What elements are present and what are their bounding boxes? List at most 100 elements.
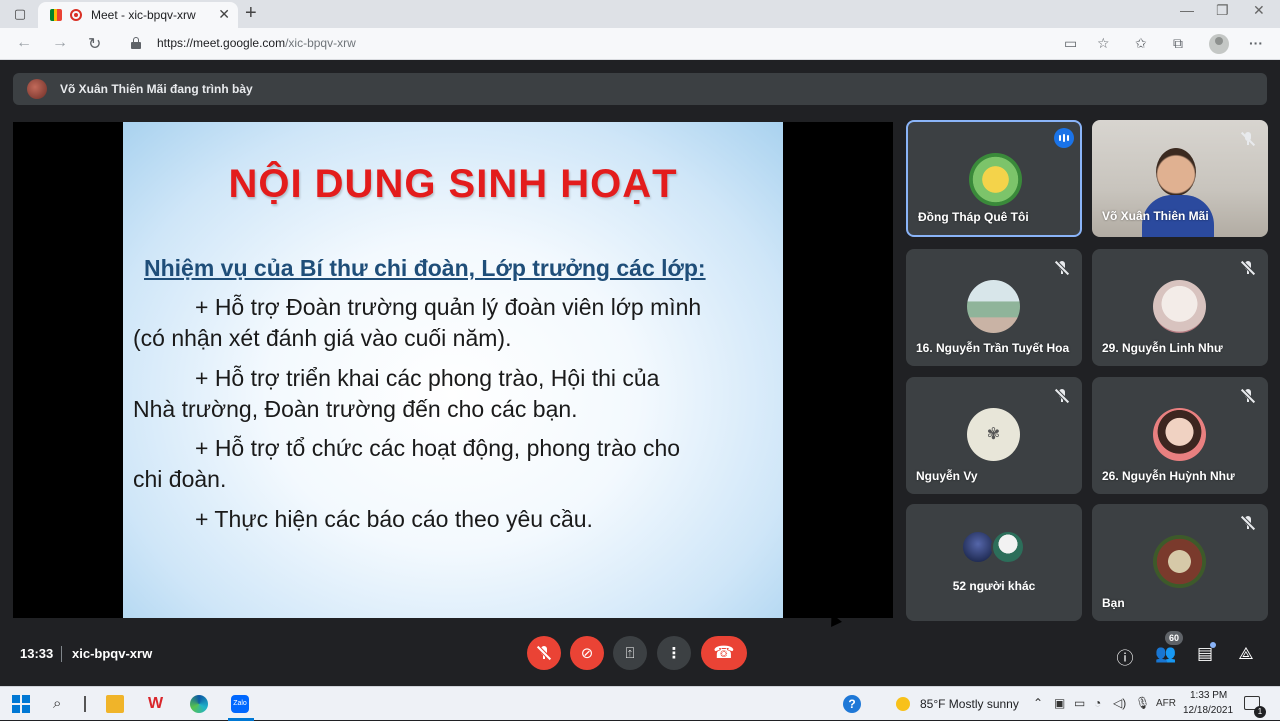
show-hidden-icons-icon[interactable]: ⌃: [1033, 696, 1043, 710]
help-icon[interactable]: ?: [843, 695, 861, 713]
toggle-mic-button[interactable]: [527, 636, 561, 670]
divider: [61, 646, 62, 662]
participant-tile-dong-thap[interactable]: Đồng Tháp Quê Tôi: [906, 120, 1082, 237]
back-icon[interactable]: ←: [16, 34, 32, 52]
tab-actions-icon[interactable]: ▢: [10, 4, 30, 24]
avatar: [991, 530, 1025, 564]
system-date[interactable]: 12/18/2021: [1183, 705, 1233, 716]
camera-permission-icon[interactable]: ▭: [1064, 35, 1077, 52]
lock-icon[interactable]: [131, 37, 141, 49]
input-language[interactable]: AFR: [1156, 698, 1176, 709]
meet-favicon-icon: [50, 9, 62, 21]
minimize-icon[interactable]: —: [1180, 2, 1194, 18]
add-favorite-icon[interactable]: ☆: [1097, 35, 1110, 52]
toggle-camera-button[interactable]: ⊘: [570, 636, 604, 670]
mic-off-icon: [1240, 515, 1256, 531]
reload-icon[interactable]: ↻: [88, 34, 101, 54]
slide-line: (có nhận xét đánh giá vào cuối năm).: [133, 325, 512, 351]
collections-icon[interactable]: ⧉: [1173, 35, 1183, 52]
slide-line: + Hỗ trợ tổ chức các hoạt động, phong tr…: [195, 435, 681, 461]
meeting-code: xic-bpqv-xrw: [72, 646, 153, 661]
weather-text[interactable]: 85°F Mostly sunny: [920, 697, 1019, 711]
participant-name: Võ Xuân Thiên Mãi: [1102, 209, 1209, 223]
browser-tab-meet[interactable]: Meet - xic-bpqv-xrw ✕: [38, 2, 238, 28]
camera-off-icon: ⊘: [580, 645, 594, 662]
avatar: [969, 153, 1022, 206]
avatar: [1153, 408, 1206, 461]
slide-line: + Hỗ trợ triển khai các phong trào, Hội …: [195, 365, 660, 391]
slide-line: Nhà trường, Đoàn trường đến cho các bạn.: [133, 396, 578, 422]
participant-tile-linh-nhu[interactable]: 29. Nguyễn Linh Như: [1092, 249, 1268, 366]
others-count: 52 người khác: [952, 579, 1036, 593]
url-field[interactable]: https://meet.google.com/xic-bpqv-xrw: [121, 32, 1126, 56]
favorites-icon[interactable]: ✩: [1135, 35, 1147, 52]
participant-name: Nguyễn Vy: [916, 469, 978, 483]
mic-off-icon: [1240, 131, 1256, 147]
participant-name: 16. Nguyễn Trần Tuyết Hoa: [916, 341, 1070, 355]
presentation-stage[interactable]: NỘI DUNG SINH HOẠT Nhiệm vụ của Bí thư c…: [13, 122, 893, 618]
slide-line: + Thực hiện các báo cáo theo yêu cầu.: [195, 506, 593, 532]
url-host: https://meet.google.com: [157, 36, 286, 50]
speaking-indicator-icon: [1054, 128, 1074, 148]
tab-title: Meet - xic-bpqv-xrw: [91, 8, 196, 22]
meeting-info-icon[interactable]: ⓘ: [1114, 644, 1136, 668]
mic-off-icon: [1240, 260, 1256, 276]
profile-avatar[interactable]: [1209, 34, 1229, 54]
participant-tile-vo-xuan-thien-mai[interactable]: Võ Xuân Thiên Mãi: [1092, 120, 1268, 237]
meet-window: Võ Xuân Thiên Mãi đang trình bày NỘI DUN…: [0, 60, 1280, 686]
presentation-slide: NỘI DUNG SINH HOẠT Nhiệm vụ của Bí thư c…: [123, 122, 783, 618]
participant-name: Bạn: [1102, 596, 1125, 610]
more-menu-icon[interactable]: ···: [1249, 35, 1263, 51]
forward-icon[interactable]: →: [52, 34, 68, 52]
avatar: [1153, 535, 1206, 588]
system-time[interactable]: 1:33 PM: [1190, 690, 1227, 701]
battery-icon[interactable]: ▭: [1074, 696, 1085, 710]
close-window-icon[interactable]: ✕: [1253, 2, 1265, 19]
volume-icon[interactable]: ◁): [1113, 696, 1126, 710]
participant-name: Đồng Tháp Quê Tôi: [918, 210, 1029, 224]
search-icon[interactable]: ⌕: [53, 695, 71, 713]
present-button[interactable]: ⍐: [613, 636, 647, 670]
participant-name: 29. Nguyễn Linh Như: [1102, 341, 1223, 355]
start-button-icon[interactable]: [12, 695, 30, 713]
chat-unread-dot: [1210, 642, 1216, 648]
mic-off-icon: [1240, 388, 1256, 404]
slide-title: NỘI DUNG SINH HOẠT: [228, 162, 678, 206]
people-icon[interactable]: 👥: [1155, 644, 1177, 664]
windows-taskbar: ⌕ W Zalo ? 85°F Mostly sunny ⌃ ▣ ▭ ◔ ◁) …: [0, 686, 1280, 721]
people-count-badge: 60: [1165, 631, 1183, 645]
hang-up-icon: ☎: [713, 643, 735, 662]
task-view-icon[interactable]: [84, 696, 86, 712]
avatar: [961, 530, 995, 564]
activities-icon[interactable]: ⟁: [1235, 644, 1257, 664]
weather-sunny-icon[interactable]: [896, 697, 910, 711]
participant-tile-nguyen-vy[interactable]: ✾ Nguyễn Vy: [906, 377, 1082, 494]
wifi-icon[interactable]: ◔: [1094, 696, 1101, 710]
mic-off-icon: [1054, 260, 1070, 276]
browser-tab-bar: ▢ Meet - xic-bpqv-xrw ✕ + — ❐ ✕: [0, 0, 1280, 28]
participant-tile-tuyet-hoa[interactable]: 16. Nguyễn Trần Tuyết Hoa: [906, 249, 1082, 366]
zalo-app-icon[interactable]: Zalo: [231, 695, 249, 713]
leave-call-button[interactable]: ☎: [701, 636, 747, 670]
others-avatars: [961, 530, 1031, 566]
avatar: [967, 280, 1020, 333]
maximize-icon[interactable]: ❐: [1216, 2, 1229, 19]
microphone-icon[interactable]: 🎙: [1135, 696, 1150, 710]
recording-indicator-icon: [70, 9, 82, 21]
wps-office-icon[interactable]: W: [148, 695, 166, 713]
close-tab-icon[interactable]: ✕: [218, 6, 230, 23]
new-tab-icon[interactable]: +: [245, 2, 257, 25]
participant-tile-self[interactable]: Bạn: [1092, 504, 1268, 621]
url-path: /xic-bpqv-xrw: [285, 36, 356, 50]
mic-off-icon: [1054, 388, 1070, 404]
edge-browser-icon[interactable]: [190, 695, 208, 713]
meet-now-icon[interactable]: ▣: [1054, 696, 1065, 710]
meeting-clock: 13:33: [20, 646, 54, 661]
participant-tile-huynh-nhu[interactable]: 26. Nguyễn Huỳnh Như: [1092, 377, 1268, 494]
more-options-button[interactable]: ⋮: [657, 636, 691, 670]
slide-subtitle: Nhiệm vụ của Bí thư chi đoàn, Lớp trưởng…: [144, 255, 706, 281]
participant-name: 26. Nguyễn Huỳnh Như: [1102, 469, 1235, 483]
file-explorer-icon[interactable]: [106, 695, 124, 713]
participant-tile-others[interactable]: 52 người khác: [906, 504, 1082, 621]
avatar: [1153, 280, 1206, 333]
